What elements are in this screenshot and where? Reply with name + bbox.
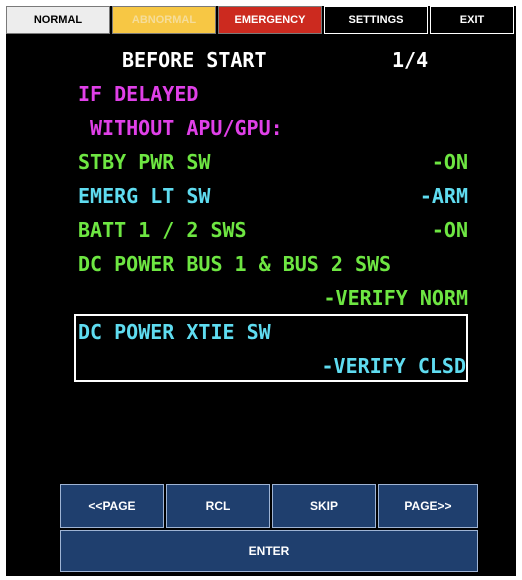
item-2-label[interactable]: EMERG LT SW (78, 184, 210, 208)
checklist-title: BEFORE START (122, 48, 267, 72)
item-5-label[interactable]: DC POWER XTIE SW (78, 320, 271, 344)
item-4-action: -VERIFY NORM (323, 286, 469, 310)
skip-button[interactable]: SKIP (272, 484, 376, 528)
item-5-action: -VERIFY CLSD (321, 354, 467, 378)
condition-line-1: IF DELAYED (78, 82, 199, 106)
tab-exit[interactable]: EXIT (430, 6, 514, 34)
enter-button[interactable]: ENTER (60, 530, 478, 572)
item-1-label[interactable]: STBY PWR SW (78, 150, 210, 174)
checklist-display: NORMAL ABNORMAL EMERGENCY SETTINGS EXIT … (6, 6, 516, 576)
tab-settings[interactable]: SETTINGS (324, 6, 428, 34)
item-3-label[interactable]: BATT 1 / 2 SWS (78, 218, 247, 242)
tab-normal[interactable]: NORMAL (6, 6, 110, 34)
next-page-button[interactable]: PAGE>> (378, 484, 478, 528)
item-4-label[interactable]: DC POWER BUS 1 & BUS 2 SWS (78, 252, 391, 276)
tab-emergency[interactable]: EMERGENCY (218, 6, 322, 34)
item-1-action: -ON (431, 150, 468, 174)
condition-line-2: WITHOUT APU/GPU: (90, 116, 283, 140)
page-indicator: 1/4 (392, 48, 429, 72)
prev-page-button[interactable]: <<PAGE (60, 484, 164, 528)
item-2-action: -ARM (419, 184, 468, 208)
recall-button[interactable]: RCL (166, 484, 270, 528)
item-3-action: -ON (431, 218, 468, 242)
tab-abnormal[interactable]: ABNORMAL (112, 6, 216, 34)
